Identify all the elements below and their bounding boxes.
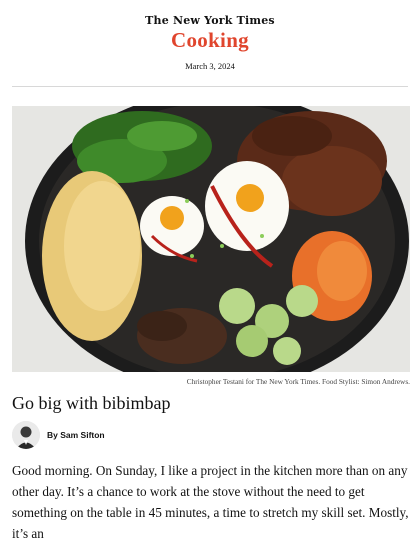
bibimbap-illustration bbox=[12, 106, 410, 372]
author-byline: By Sam Sifton bbox=[12, 420, 105, 450]
newsletter-header: The New York Times Cooking March 3, 2024 bbox=[12, 0, 408, 87]
newsletter-date: March 3, 2024 bbox=[185, 61, 235, 71]
author-name[interactable]: By Sam Sifton bbox=[47, 430, 105, 440]
hero-photo-bibimbap[interactable] bbox=[12, 106, 410, 372]
author-avatar bbox=[12, 421, 40, 449]
article-body-text: Good morning. On Sunday, I like a projec… bbox=[12, 463, 409, 541]
photo-credit: Christopher Testani for The New York Tim… bbox=[186, 377, 410, 386]
author-portrait-icon bbox=[12, 421, 40, 449]
cooking-section-title[interactable]: Cooking bbox=[12, 28, 408, 53]
article-headline[interactable]: Go big with bibimbap bbox=[12, 393, 171, 414]
nyt-masthead-logo[interactable]: The New York Times bbox=[12, 0, 408, 27]
